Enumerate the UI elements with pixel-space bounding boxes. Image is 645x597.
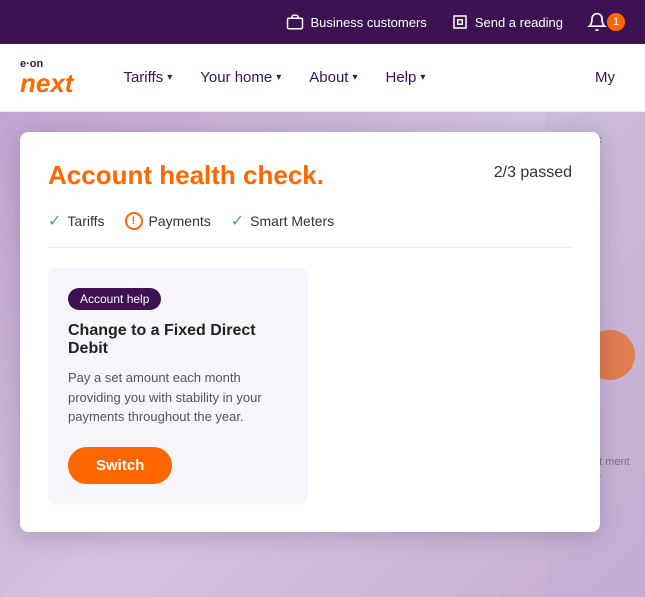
nav-tariffs[interactable]: Tariffs ▾ (113, 61, 182, 94)
chevron-down-icon: ▾ (276, 72, 281, 83)
notifications-button[interactable]: 1 (587, 12, 625, 32)
top-bar: Business customers Send a reading 1 (0, 0, 645, 44)
nav-help-label: Help (386, 69, 417, 86)
nav-your-home-label: Your home (200, 69, 272, 86)
check-payments-label: Payments (149, 213, 211, 229)
check-pass-icon-2: ✓ (231, 211, 244, 231)
bell-icon (587, 12, 607, 32)
check-pass-icon: ✓ (48, 211, 61, 231)
card-title: Change to a Fixed Direct Debit (68, 322, 288, 358)
nav-about[interactable]: About ▾ (299, 61, 367, 94)
chevron-down-icon: ▾ (167, 72, 172, 83)
modal-header: Account health check. 2/3 passed (48, 160, 572, 191)
card-description: Pay a set amount each month providing yo… (68, 368, 288, 427)
modal-checks: ✓ Tariffs ! Payments ✓ Smart Meters (48, 211, 572, 248)
modal-title: Account health check. (48, 160, 324, 191)
nav-help[interactable]: Help ▾ (376, 61, 436, 94)
nav-items: Tariffs ▾ Your home ▾ About ▾ Help ▾ My (113, 61, 625, 94)
logo[interactable]: e·on next (20, 59, 73, 96)
check-smart-meters: ✓ Smart Meters (231, 211, 334, 231)
chevron-down-icon: ▾ (352, 72, 357, 83)
notification-badge: 1 (607, 13, 625, 31)
nav-my-account[interactable]: My (585, 61, 625, 94)
send-reading-label: Send a reading (475, 15, 563, 30)
card-badge: Account help (68, 288, 161, 310)
check-payments: ! Payments (125, 212, 211, 230)
account-health-check-modal: Account health check. 2/3 passed ✓ Tarif… (20, 132, 600, 532)
chevron-down-icon: ▾ (420, 72, 425, 83)
business-customers-label: Business customers (310, 15, 426, 30)
check-tariffs-label: Tariffs (67, 213, 104, 229)
modal-overlay: Account health check. 2/3 passed ✓ Tarif… (0, 112, 645, 597)
nav-tariffs-label: Tariffs (123, 69, 163, 86)
modal-passed: 2/3 passed (494, 164, 572, 182)
check-warn-icon: ! (125, 212, 143, 230)
switch-button[interactable]: Switch (68, 447, 172, 484)
nav-bar: e·on next Tariffs ▾ Your home ▾ About ▾ … (0, 44, 645, 112)
check-tariffs: ✓ Tariffs (48, 211, 105, 231)
logo-next-text: next (20, 70, 73, 96)
info-card: Account help Change to a Fixed Direct De… (48, 268, 308, 504)
nav-my-label: My (595, 69, 615, 86)
send-reading-link[interactable]: Send a reading (451, 13, 563, 31)
business-customers-link[interactable]: Business customers (286, 13, 426, 31)
nav-your-home[interactable]: Your home ▾ (190, 61, 291, 94)
meter-icon (451, 13, 469, 31)
nav-about-label: About (309, 69, 348, 86)
check-smart-meters-label: Smart Meters (250, 213, 334, 229)
briefcase-icon (286, 13, 304, 31)
